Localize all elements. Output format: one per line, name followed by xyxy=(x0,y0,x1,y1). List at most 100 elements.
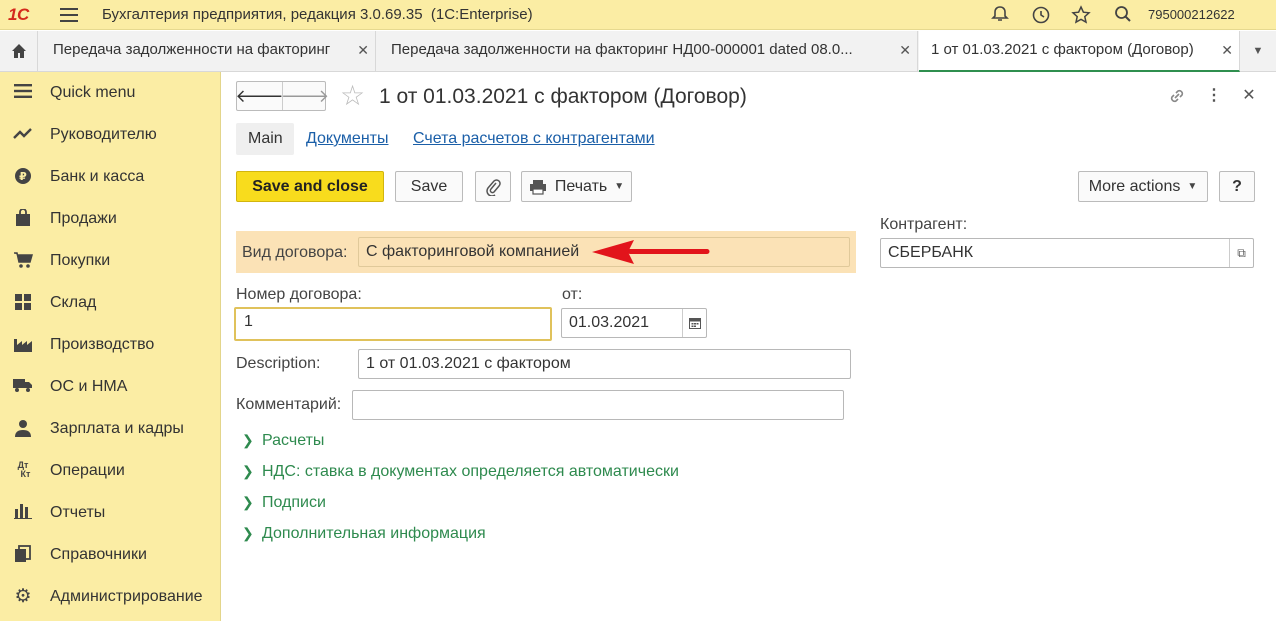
contract-number-label: Номер договора: xyxy=(236,286,362,303)
forward-arrow-icon[interactable]: 🡒 xyxy=(281,82,329,110)
favorites-star-icon[interactable] xyxy=(1071,5,1091,25)
open-icon[interactable]: ⧉ xyxy=(1229,239,1253,267)
more-vertical-icon[interactable]: ⋮ xyxy=(1204,86,1224,106)
save-button[interactable]: Save xyxy=(395,171,463,202)
sidebar-item-manager[interactable]: Руководителю xyxy=(0,114,221,156)
close-icon[interactable]: ✕ xyxy=(1221,42,1233,59)
calendar-icon[interactable] xyxy=(682,309,706,337)
sidebar-item-label: Покупки xyxy=(50,252,111,269)
contract-form: 🡐 🡒 ☆ 1 от 01.03.2021 с фактором (Догово… xyxy=(222,72,1276,621)
chevron-right-icon: ❯ xyxy=(242,463,254,479)
sidebar-item-reports[interactable]: Отчеты xyxy=(0,492,221,534)
contract-number-field[interactable]: 1 xyxy=(234,307,552,341)
help-button[interactable]: ? xyxy=(1219,171,1255,202)
close-icon[interactable]: ✕ xyxy=(1239,86,1259,106)
factory-icon xyxy=(13,335,33,355)
cart-icon xyxy=(13,251,33,271)
sidebar-item-administration[interactable]: ⚙ Администрирование xyxy=(0,576,221,618)
print-label: Печать xyxy=(554,177,608,195)
tabs-dropdown-icon[interactable]: ▼ xyxy=(1240,31,1276,71)
tab-label: Передача задолженности на факторинг НД00… xyxy=(391,41,853,58)
sidebar-item-label: Администрирование xyxy=(50,588,203,605)
main-menu-icon[interactable] xyxy=(60,8,78,22)
date-label: от: xyxy=(562,286,583,303)
sidebar-item-sales[interactable]: Продажи xyxy=(0,198,221,240)
paperclip-icon xyxy=(486,178,501,196)
subtab-main[interactable]: Main xyxy=(236,123,294,155)
section-vat[interactable]: ❯ НДС: ставка в документах определяется а… xyxy=(242,463,679,481)
menu-icon xyxy=(13,83,33,103)
history-icon[interactable] xyxy=(1031,5,1051,25)
contract-type-label: Вид договора: xyxy=(242,244,348,261)
date-field[interactable]: 01.03.2021 xyxy=(561,308,707,338)
section-signatures[interactable]: ❯ Подписи xyxy=(242,494,326,512)
counterparty-field[interactable]: СБЕРБАНК ⧉ xyxy=(880,238,1254,268)
tab-label: 1 от 01.03.2021 с фактором (Договор) xyxy=(931,41,1194,58)
tab-contract[interactable]: 1 от 01.03.2021 с фактором (Договор) ✕ xyxy=(919,31,1240,72)
attach-button[interactable] xyxy=(475,171,511,202)
sidebar-item-fixed-assets[interactable]: ОС и НМА xyxy=(0,366,221,408)
counterparty-value: СБЕРБАНК xyxy=(888,244,974,261)
chevron-right-icon: ❯ xyxy=(242,494,254,510)
sidebar-item-label: Quick menu xyxy=(50,84,136,101)
print-button[interactable]: Печать ▼ xyxy=(521,171,632,202)
chevron-down-icon: ▼ xyxy=(614,181,625,192)
search-icon[interactable] xyxy=(1113,5,1133,25)
close-icon[interactable]: ✕ xyxy=(899,42,911,59)
sidebar-item-label: Зарплата и кадры xyxy=(50,420,184,437)
red-arrow-annotation xyxy=(592,240,710,264)
sidebar-item-payroll[interactable]: Зарплата и кадры xyxy=(0,408,221,450)
chevron-right-icon: ❯ xyxy=(242,525,254,541)
sidebar-item-label: Отчеты xyxy=(50,504,106,521)
chevron-down-icon: ▼ xyxy=(1187,181,1198,192)
tab-factoring-document[interactable]: Передача задолженности на факторинг НД00… xyxy=(377,31,918,71)
app-title: Бухгалтерия предприятия, редакция 3.0.69… xyxy=(102,6,533,23)
bag-icon xyxy=(13,208,33,229)
bell-icon[interactable] xyxy=(990,5,1010,25)
tab-factoring-list[interactable]: Передача задолженности на факторинг ✕ xyxy=(39,31,376,71)
comment-label: Комментарий: xyxy=(236,396,342,413)
close-icon[interactable]: ✕ xyxy=(357,42,369,59)
sidebar-item-label: Справочники xyxy=(50,546,147,563)
save-and-close-button[interactable]: Save and close xyxy=(236,171,384,202)
sidebar-item-production[interactable]: Производство xyxy=(0,324,221,366)
section-additional-info[interactable]: ❯ Дополнительная информация xyxy=(242,525,486,543)
sidebar-item-purchases[interactable]: Покупки xyxy=(0,240,221,282)
home-icon[interactable] xyxy=(0,31,38,71)
more-actions-label: More actions xyxy=(1088,177,1181,195)
sidebar-item-quick-menu[interactable]: Quick menu xyxy=(0,72,221,114)
subtab-documents[interactable]: Документы xyxy=(306,130,388,148)
printer-icon xyxy=(529,179,546,195)
books-icon xyxy=(13,545,33,565)
counterparty-label: Контрагент: xyxy=(880,216,968,233)
section-label: Дополнительная информация xyxy=(262,525,486,542)
sidebar-item-label: Продажи xyxy=(50,210,117,227)
sidebar-item-warehouse[interactable]: Склад xyxy=(0,282,221,324)
link-icon[interactable] xyxy=(1167,86,1187,106)
sidebar-item-label: Склад xyxy=(50,294,97,311)
sidebar-item-operations[interactable]: Дт Кт Операции xyxy=(0,450,221,492)
trend-icon xyxy=(13,125,33,145)
sidebar-item-catalogs[interactable]: Справочники xyxy=(0,534,221,576)
comment-field[interactable] xyxy=(352,390,844,420)
section-settlements[interactable]: ❯ Расчеты xyxy=(242,432,324,450)
app-logo[interactable]: 1С xyxy=(8,5,29,25)
truck-icon xyxy=(13,377,33,397)
favorite-star-icon[interactable]: ☆ xyxy=(340,81,365,111)
sidebar-item-label: Производство xyxy=(50,336,155,353)
description-field[interactable]: 1 от 01.03.2021 с фактором xyxy=(358,349,851,379)
sidebar-item-bank[interactable]: ₽ Банк и касса xyxy=(0,156,221,198)
sidebar-item-label: Операции xyxy=(50,462,125,479)
tab-bar: Передача задолженности на факторинг ✕ Пе… xyxy=(0,31,1276,72)
subtab-accounts[interactable]: Счета расчетов с контрагентами xyxy=(413,130,655,148)
person-icon xyxy=(13,419,33,439)
svg-text:₽: ₽ xyxy=(19,170,27,183)
boxes-icon xyxy=(13,293,33,313)
user-id[interactable]: 795000212622 xyxy=(1148,7,1235,22)
section-label: Расчеты xyxy=(262,432,325,449)
chevron-right-icon: ❯ xyxy=(242,432,254,448)
sidebar-item-label: Банк и касса xyxy=(50,168,145,185)
more-actions-button[interactable]: More actions ▼ xyxy=(1078,171,1208,202)
dt-kt-icon: Дт Кт xyxy=(15,460,31,479)
back-arrow-icon[interactable]: 🡐 xyxy=(235,82,283,110)
